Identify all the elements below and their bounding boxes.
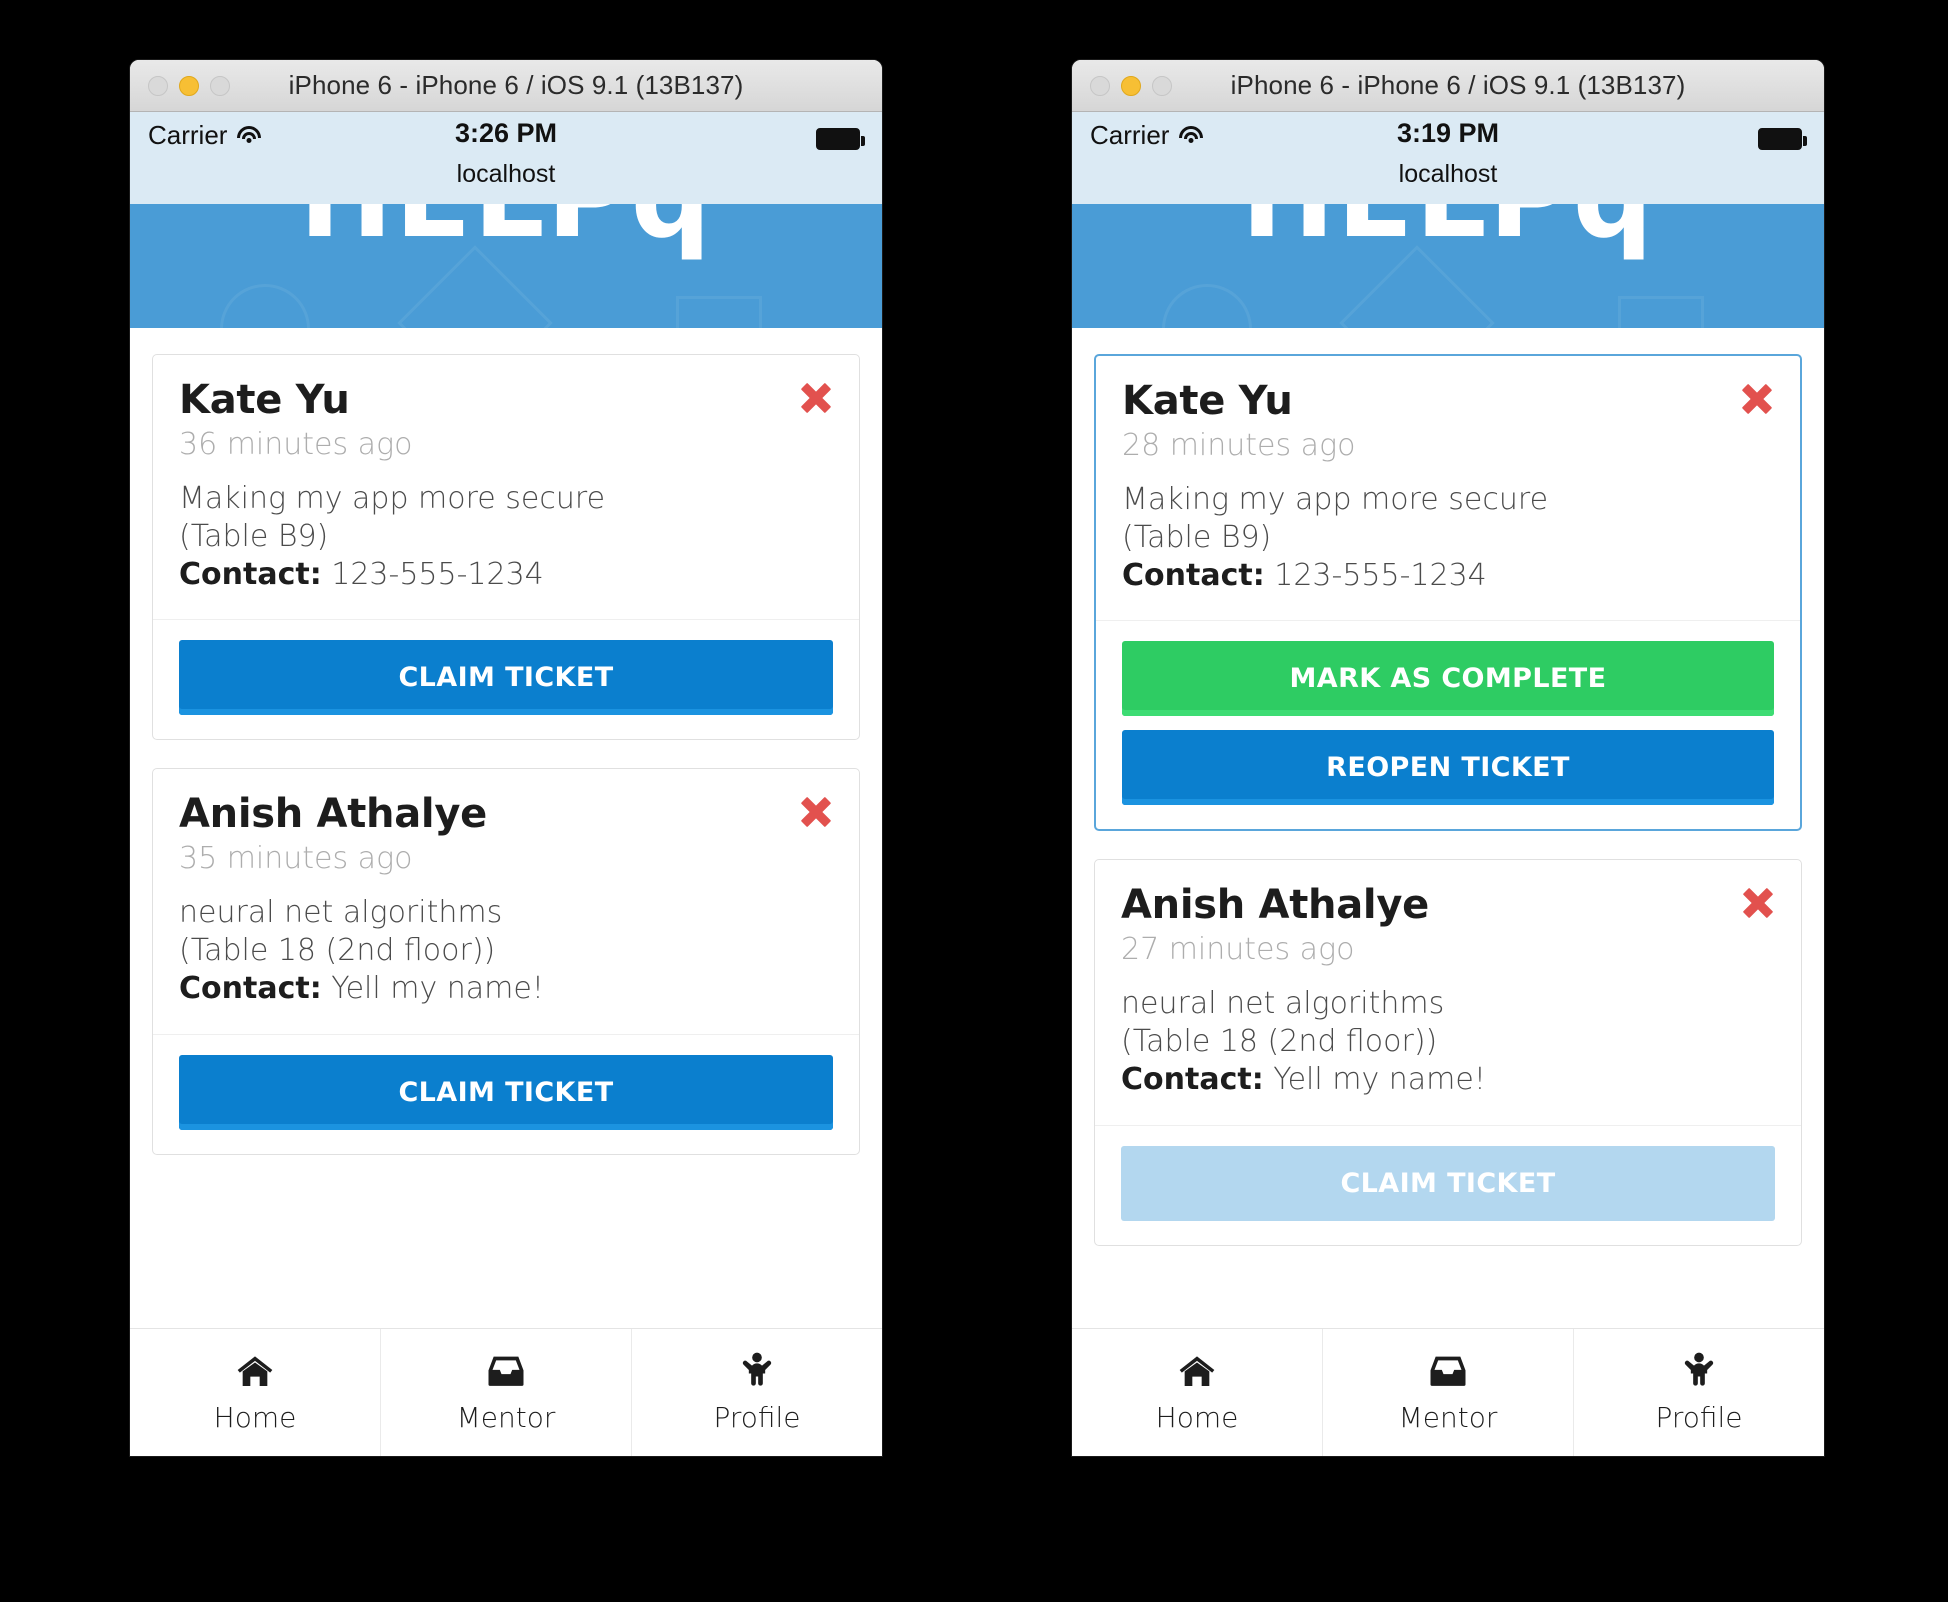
ticket-contact-row: Contact: 123-555-1234 xyxy=(179,556,833,594)
ticket-card-body: Kate Yu 36 minutes ago Making my app more … xyxy=(153,355,859,619)
tab-label: Mentor xyxy=(1398,1401,1498,1434)
person-icon xyxy=(737,1351,777,1391)
app-header: HELPq xyxy=(1072,204,1824,328)
tab-profile[interactable]: Profile xyxy=(1573,1329,1824,1456)
ticket-card-body: Kate Yu 28 minutes ago Making my app more … xyxy=(1096,356,1800,620)
simulator-window-left[interactable]: iPhone 6 - iPhone 6 / iOS 9.1 (13B137) Ca… xyxy=(130,60,882,1456)
window-title: iPhone 6 - iPhone 6 / iOS 9.1 (13B137) xyxy=(1230,70,1686,100)
person-icon xyxy=(1679,1351,1719,1391)
ticket-card[interactable]: Anish Athalye 35 minutes ago neural net al… xyxy=(152,768,860,1155)
decoration-square-icon xyxy=(676,296,762,328)
ticket-card-body: Anish Athalye 27 minutes ago neural net al… xyxy=(1095,860,1801,1124)
app-header: HELPq xyxy=(130,204,882,328)
ticket-action-button-disabled: CLAIM TICKET xyxy=(1121,1145,1775,1221)
ticket-contact-value: Yell my name! xyxy=(331,970,544,1006)
ticket-contact-value: Yell my name! xyxy=(1273,1061,1486,1097)
tab-label: Mentor xyxy=(456,1401,556,1434)
ticket-timestamp: 27 minutes ago xyxy=(1121,932,1355,968)
tab-label: Home xyxy=(1155,1401,1239,1434)
home-icon xyxy=(1177,1351,1217,1391)
ios-status-bar: Carrier 3:26 PM localhost xyxy=(130,112,882,204)
ticket-card-actions[interactable]: CLAIM TICKET xyxy=(153,619,859,739)
ticket-timestamp: 28 minutes ago xyxy=(1122,428,1356,463)
status-host: localhost xyxy=(456,160,556,188)
tab-mentor[interactable]: Mentor xyxy=(380,1329,631,1456)
bottom-tab-bar[interactable]: Home Mentor Profile xyxy=(130,1328,882,1456)
status-time: 3:19 PM xyxy=(1396,118,1500,148)
ticket-list[interactable]: Kate Yu 36 minutes ago Making my app more … xyxy=(130,328,882,1328)
status-host: localhost xyxy=(1398,160,1498,188)
ticket-description: neural net algorithms (Table 18 (2nd floo… xyxy=(179,894,833,970)
ticket-contact-label: Contact: xyxy=(1121,1061,1264,1097)
ticket-card[interactable]: Kate Yu 36 minutes ago Making my app more … xyxy=(152,354,860,741)
ticket-contact-value: 123-555-1234 xyxy=(1274,557,1487,593)
app-logo: HELPq xyxy=(1072,204,1824,254)
ticket-description: neural net algorithms (Table 18 (2nd floo… xyxy=(1121,985,1775,1061)
app-logo: HELPq xyxy=(130,204,882,254)
ticket-description: Making my app more secure (Table B9) xyxy=(179,480,833,556)
ticket-card-body: Anish Athalye 35 minutes ago neural net al… xyxy=(153,769,859,1033)
window-title: iPhone 6 - iPhone 6 / iOS 9.1 (13B137) xyxy=(288,70,744,100)
ticket-contact-value: 123-555-1234 xyxy=(331,556,544,592)
ticket-location: (Table B9) xyxy=(179,518,329,554)
ticket-action-button-blue[interactable]: CLAIM TICKET xyxy=(179,640,833,716)
ticket-card[interactable]: Anish Athalye 27 minutes ago neural net al… xyxy=(1094,859,1802,1246)
ticket-requester-name: Anish Athalye xyxy=(179,791,487,838)
ticket-action-button-blue[interactable]: CLAIM TICKET xyxy=(179,1054,833,1130)
tab-profile[interactable]: Profile xyxy=(631,1329,882,1456)
battery-icon xyxy=(1758,128,1807,150)
status-time: 3:26 PM xyxy=(454,118,558,148)
decoration-square-icon xyxy=(1618,296,1704,328)
ticket-description: Making my app more secure (Table B9) xyxy=(1122,481,1774,557)
tab-home[interactable]: Home xyxy=(1072,1329,1322,1456)
close-icon[interactable] xyxy=(1740,382,1774,416)
ticket-contact-label: Contact: xyxy=(179,556,322,592)
ticket-requester-name: Kate Yu xyxy=(179,377,350,423)
close-icon[interactable] xyxy=(1741,886,1775,920)
ticket-location: (Table 18 (2nd floor)) xyxy=(179,933,496,969)
home-icon xyxy=(235,1351,275,1391)
ticket-timestamp: 36 minutes ago xyxy=(179,427,413,462)
ticket-location: (Table 18 (2nd floor)) xyxy=(1121,1024,1438,1060)
close-icon[interactable] xyxy=(799,795,833,829)
ticket-contact-label: Contact: xyxy=(1122,557,1265,593)
ticket-description-text: Making my app more secure xyxy=(1122,482,1549,517)
decoration-circle-icon xyxy=(220,284,310,328)
ticket-card[interactable]: Kate Yu 28 minutes ago Making my app more … xyxy=(1094,354,1802,832)
tab-label: Home xyxy=(213,1401,297,1434)
ticket-requester-name: Anish Athalye xyxy=(1121,882,1429,929)
ticket-description-text: neural net algorithms xyxy=(1121,986,1445,1022)
ticket-action-button-blue[interactable]: REOPEN TICKET xyxy=(1122,730,1774,806)
window-title-bar[interactable]: iPhone 6 - iPhone 6 / iOS 9.1 (13B137) xyxy=(1072,60,1824,112)
ticket-description-text: Making my app more secure xyxy=(179,481,606,516)
bottom-tab-bar[interactable]: Home Mentor Profile xyxy=(1072,1328,1824,1456)
ticket-action-button-green[interactable]: MARK AS COMPLETE xyxy=(1122,641,1774,717)
ticket-location: (Table B9) xyxy=(1122,519,1272,555)
ticket-list[interactable]: Kate Yu 28 minutes ago Making my app more … xyxy=(1072,328,1824,1328)
ticket-timestamp: 35 minutes ago xyxy=(179,841,413,877)
ticket-card-actions[interactable]: CLAIM TICKET xyxy=(1095,1124,1801,1245)
ticket-requester-name: Kate Yu xyxy=(1122,378,1293,424)
ios-status-bar: Carrier 3:19 PM localhost xyxy=(1072,112,1824,204)
tab-home[interactable]: Home xyxy=(130,1329,380,1456)
desktop-background: iPhone 6 - iPhone 6 / iOS 9.1 (13B137) Ca… xyxy=(0,0,1948,1602)
tab-label: Profile xyxy=(1655,1401,1743,1434)
tab-label: Profile xyxy=(713,1401,801,1434)
ticket-contact-row: Contact: Yell my name! xyxy=(179,970,833,1008)
ticket-contact-label: Contact: xyxy=(179,970,322,1006)
inbox-icon xyxy=(1428,1351,1468,1391)
ticket-card-actions[interactable]: MARK AS COMPLETE REOPEN TICKET xyxy=(1096,620,1800,829)
ticket-description-text: neural net algorithms xyxy=(179,895,503,931)
tab-mentor[interactable]: Mentor xyxy=(1322,1329,1573,1456)
battery-icon xyxy=(816,128,865,150)
ticket-contact-row: Contact: Yell my name! xyxy=(1121,1061,1775,1099)
simulator-window-right[interactable]: iPhone 6 - iPhone 6 / iOS 9.1 (13B137) Ca… xyxy=(1072,60,1824,1456)
ticket-card-actions[interactable]: CLAIM TICKET xyxy=(153,1033,859,1154)
decoration-circle-icon xyxy=(1162,284,1252,328)
close-icon[interactable] xyxy=(799,381,833,415)
inbox-icon xyxy=(486,1351,526,1391)
ticket-contact-row: Contact: 123-555-1234 xyxy=(1122,557,1774,595)
window-title-bar[interactable]: iPhone 6 - iPhone 6 / iOS 9.1 (13B137) xyxy=(130,60,882,112)
